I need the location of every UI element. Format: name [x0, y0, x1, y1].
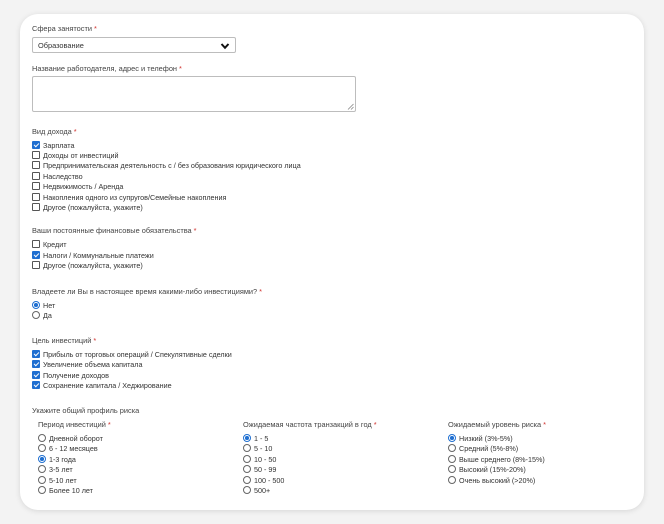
risk-level-label: Ожидаемый уровень риска * [448, 420, 547, 429]
checkbox[interactable] [32, 172, 40, 180]
income-option[interactable]: Предпринимательская деятельность с / без… [32, 160, 301, 170]
checkbox[interactable] [32, 371, 40, 379]
form-card: Сфера занятости * Образование Название ра… [20, 14, 644, 510]
radio[interactable] [243, 465, 251, 473]
income-option[interactable]: Накопления одного из супругов/Семейные н… [32, 192, 226, 202]
obligations-option[interactable]: Другое (пожалуйста, укажите) [32, 260, 143, 270]
radio[interactable] [38, 444, 46, 452]
goal-option[interactable]: Увеличение объема капитала [32, 359, 143, 369]
radio[interactable] [243, 476, 251, 484]
radio[interactable] [448, 444, 456, 452]
employment-select-value: Образование [38, 40, 84, 50]
checkbox[interactable] [32, 261, 40, 269]
goal-label: Цель инвестиций * [32, 336, 97, 345]
period-option[interactable]: 5-10 лет [38, 475, 77, 485]
frequency-option[interactable]: 5 - 10 [243, 443, 272, 453]
frequency-option[interactable]: 10 - 50 [243, 454, 276, 464]
income-option[interactable]: Наследство [32, 171, 83, 181]
obligations-option[interactable]: Налоги / Коммунальные платежи [32, 250, 154, 260]
period-option[interactable]: 1-3 года [38, 454, 76, 464]
investments-now-label: Владеете ли Вы в настоящее время какими-… [32, 287, 263, 296]
resize-grip-icon[interactable] [347, 103, 354, 110]
period-option[interactable]: Более 10 лет [38, 485, 93, 495]
radio[interactable] [448, 455, 456, 463]
employer-label: Название работодателя, адрес и телефон * [32, 64, 182, 73]
income-option[interactable]: Другое (пожалуйста, укажите) [32, 202, 143, 212]
chevron-down-icon [220, 43, 230, 50]
checkbox[interactable] [32, 350, 40, 358]
risk-level-option[interactable]: Высокий (15%-20%) [448, 464, 526, 474]
frequency-label: Ожидаемая частота транзакций в год * [243, 420, 377, 429]
employment-select[interactable]: Образование [32, 37, 236, 53]
radio[interactable] [243, 444, 251, 452]
income-option[interactable]: Зарплата [32, 140, 74, 150]
goal-option[interactable]: Прибыль от торговых операций / Спекуляти… [32, 349, 232, 359]
radio[interactable] [38, 476, 46, 484]
obligations-option[interactable]: Кредит [32, 239, 67, 249]
period-option[interactable]: 3-5 лет [38, 464, 73, 474]
frequency-option[interactable]: 500+ [243, 485, 270, 495]
checkbox[interactable] [32, 251, 40, 259]
goal-option[interactable]: Сохранение капитала / Хеджирование [32, 380, 172, 390]
income-label: Вид дохода * [32, 127, 77, 136]
investments-now-option[interactable]: Нет [32, 300, 55, 310]
risk-level-option[interactable]: Выше среднего (8%-15%) [448, 454, 545, 464]
radio[interactable] [448, 476, 456, 484]
radio[interactable] [32, 311, 40, 319]
risk-level-option[interactable]: Очень высокий (>20%) [448, 475, 535, 485]
investments-now-option[interactable]: Да [32, 310, 52, 320]
goal-option[interactable]: Получение доходов [32, 370, 109, 380]
period-label: Период инвестиций * [38, 420, 111, 429]
radio[interactable] [243, 486, 251, 494]
checkbox[interactable] [32, 182, 40, 190]
employer-textarea[interactable] [32, 76, 356, 112]
radio[interactable] [243, 455, 251, 463]
employment-label: Сфера занятости * [32, 24, 97, 33]
frequency-option[interactable]: 1 - 5 [243, 433, 268, 443]
radio[interactable] [243, 434, 251, 442]
radio[interactable] [32, 301, 40, 309]
risk-profile-label: Укажите общий профиль риска [32, 406, 140, 415]
radio[interactable] [448, 465, 456, 473]
checkbox[interactable] [32, 193, 40, 201]
radio[interactable] [38, 455, 46, 463]
radio[interactable] [38, 465, 46, 473]
frequency-option[interactable]: 100 - 500 [243, 475, 284, 485]
period-option[interactable]: Дневной оборот [38, 433, 103, 443]
period-option[interactable]: 6 - 12 месяцев [38, 443, 98, 453]
radio[interactable] [38, 434, 46, 442]
risk-level-option[interactable]: Низкий (3%-5%) [448, 433, 513, 443]
frequency-option[interactable]: 50 - 99 [243, 464, 276, 474]
checkbox[interactable] [32, 381, 40, 389]
checkbox[interactable] [32, 151, 40, 159]
radio[interactable] [38, 486, 46, 494]
checkbox[interactable] [32, 240, 40, 248]
income-option[interactable]: Доходы от инвестиций [32, 150, 118, 160]
radio[interactable] [448, 434, 456, 442]
risk-level-option[interactable]: Средний (5%-8%) [448, 443, 518, 453]
income-option[interactable]: Недвижимость / Аренда [32, 181, 123, 191]
checkbox[interactable] [32, 203, 40, 211]
checkbox[interactable] [32, 161, 40, 169]
checkbox[interactable] [32, 141, 40, 149]
obligations-label: Ваши постоянные финансовые обязательства… [32, 226, 197, 235]
checkbox[interactable] [32, 360, 40, 368]
